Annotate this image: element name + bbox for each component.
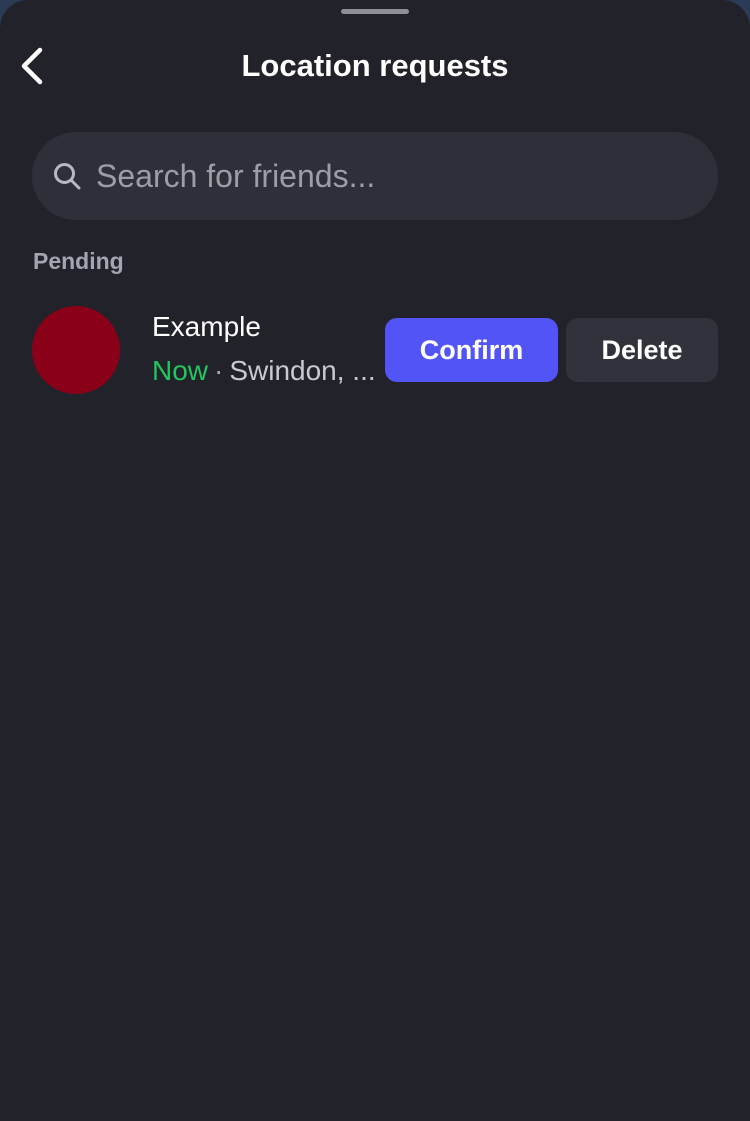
sheet-grabber[interactable] bbox=[341, 9, 409, 14]
requester-name: Example bbox=[152, 311, 261, 342]
confirm-button[interactable]: Confirm bbox=[385, 318, 558, 382]
search-bar[interactable] bbox=[32, 132, 718, 220]
search-input[interactable] bbox=[96, 146, 718, 206]
requester-location: Swindon, ... bbox=[229, 355, 376, 386]
avatar[interactable] bbox=[32, 306, 120, 394]
meta-separator: · bbox=[214, 355, 224, 386]
status-now: Now bbox=[152, 355, 209, 386]
request-meta: Now · Swindon, ... bbox=[152, 355, 382, 387]
delete-button[interactable]: Delete bbox=[566, 318, 718, 382]
pending-section-label: Pending bbox=[33, 248, 124, 274]
location-requests-sheet: Location requests Pending Example Now·Sw… bbox=[0, 0, 750, 1121]
search-icon bbox=[54, 163, 81, 190]
page-title: Location requests bbox=[241, 48, 509, 83]
request-row: Example Now · Swindon, ... Confirm Delete bbox=[32, 306, 718, 394]
